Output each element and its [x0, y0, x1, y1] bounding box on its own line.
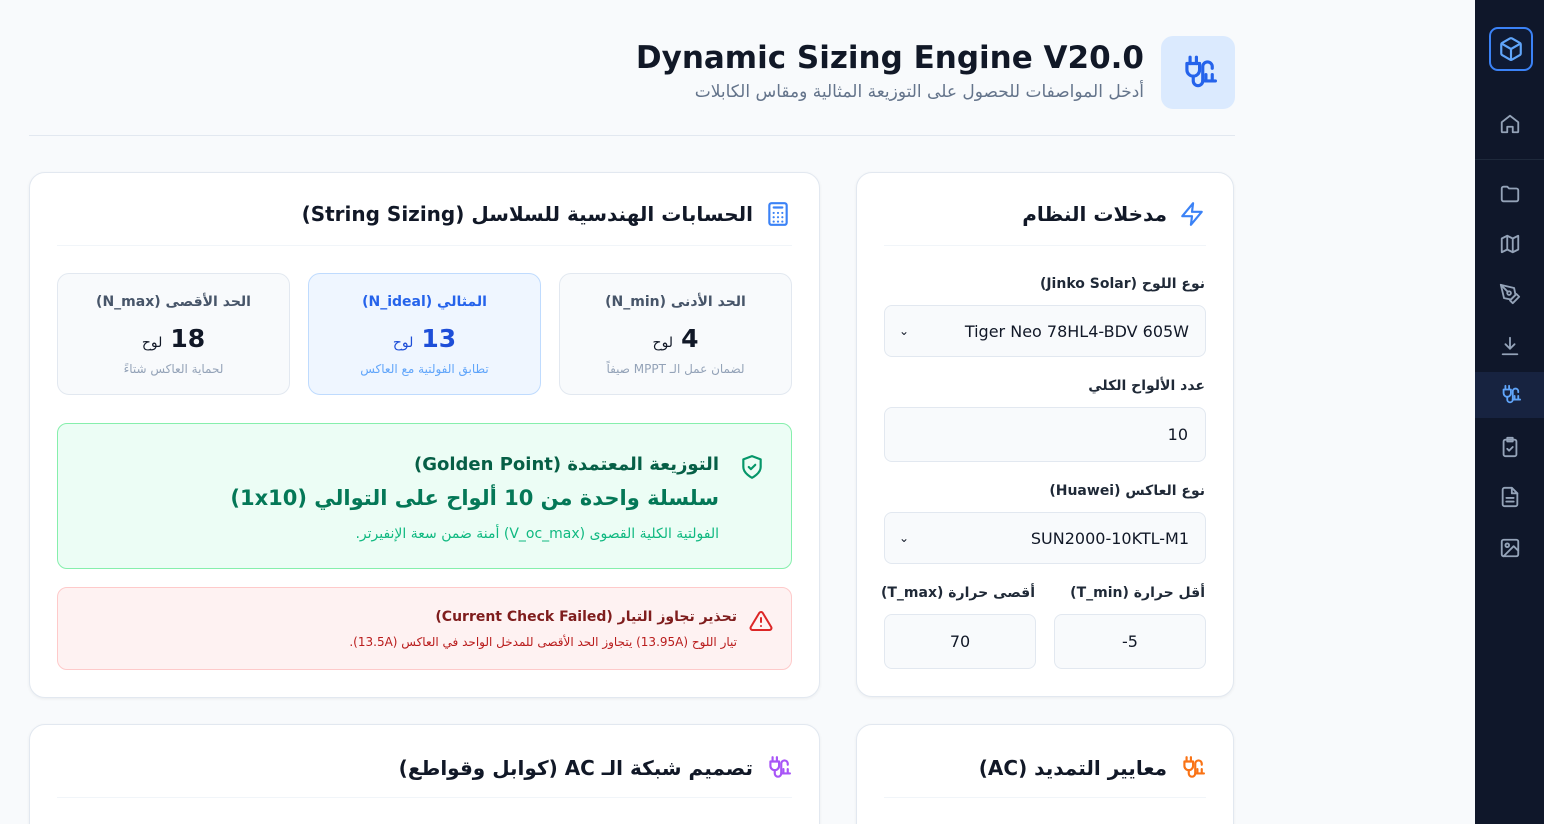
tmin-label: أقل حرارة (T_min): [1070, 585, 1205, 601]
pen-tool-icon: [1499, 283, 1520, 305]
tmax-input[interactable]: 70: [884, 614, 1036, 669]
clipboard-check-icon: [1502, 436, 1517, 458]
n-ideal-value: 13: [421, 324, 457, 353]
sidebar-item-download[interactable]: [1475, 323, 1544, 369]
sidebar-item-projects[interactable]: [1475, 171, 1544, 217]
golden-point-title: التوزيعة المعتمدة (Golden Point): [414, 454, 719, 475]
folder-icon: [1500, 185, 1519, 203]
string-sizing-title: الحسابات الهندسية للسلاسل (String Sizing…: [302, 201, 791, 227]
download-icon: [1501, 336, 1518, 356]
chevron-down-icon: ⌄: [899, 324, 910, 338]
n-ideal-label: المثالي (N_ideal): [362, 294, 487, 310]
sidebar-item-report[interactable]: [1475, 474, 1544, 520]
home-icon: [1500, 114, 1519, 134]
panel-type-select[interactable]: ⌄ Tiger Neo 78HL4-BDV 605W: [884, 305, 1206, 357]
document-icon: [1501, 486, 1518, 508]
golden-point-result: سلسلة واحدة من 10 ألواح على التوالي (1x1…: [230, 486, 719, 510]
sidebar: [1475, 0, 1544, 824]
n-max-note: لحماية العاكس شتاءً: [123, 362, 224, 376]
page-subtitle: أدخل المواصفات للحصول على التوزيعة المثا…: [694, 82, 1144, 102]
sidebar-item-checklist[interactable]: [1475, 424, 1544, 470]
card-divider: [57, 797, 792, 798]
panel-count-input[interactable]: 10: [884, 407, 1206, 462]
sidebar-item-sizing[interactable]: [1475, 372, 1544, 418]
n-min-value: 4: [681, 324, 699, 353]
panel-type-label: نوع اللوح (Jinko Solar): [1039, 276, 1205, 292]
app-logo[interactable]: [1489, 27, 1533, 71]
header-divider: [29, 135, 1235, 136]
warning-triangle-icon: [749, 610, 773, 631]
calculator-icon: [768, 202, 788, 226]
tmin-input[interactable]: -5: [1054, 614, 1206, 669]
sidebar-item-home[interactable]: [1475, 101, 1544, 147]
ac-criteria-card: معايير التمديد (AC): [856, 724, 1234, 824]
inverter-type-select[interactable]: ⌄ SUN2000-10KTL-M1: [884, 512, 1206, 564]
header-icon-badge: [1161, 36, 1235, 109]
n-min-label: الحد الأدنى (N_min): [605, 294, 746, 310]
string-sizing-card: الحسابات الهندسية للسلاسل (String Sizing…: [29, 172, 820, 698]
n-max-unit: لوح: [141, 335, 163, 351]
system-inputs-title: مدخلات النظام: [1022, 201, 1205, 227]
card-divider: [884, 245, 1206, 246]
n-ideal-note: تطابق الفولتية مع العاكس: [360, 362, 489, 376]
n-ideal-unit: لوح: [392, 335, 414, 351]
current-warning-box: تحذير تجاوز التيار (Current Check Failed…: [57, 587, 792, 670]
sidebar-item-map[interactable]: [1475, 221, 1544, 267]
plug-icon: [1185, 55, 1217, 87]
chevron-down-icon: ⌄: [899, 531, 910, 545]
shield-check-icon: [742, 455, 762, 479]
n-max-box: الحد الأقصى (N_max) 18 لوح لحماية العاكس…: [57, 273, 290, 395]
n-min-note: لضمان عمل الـ MPPT صيفاً: [606, 362, 745, 376]
ac-criteria-title: معايير التمديد (AC): [979, 755, 1205, 781]
current-warning-title: تحذير تجاوز التيار (Current Check Failed…: [435, 609, 737, 625]
plug-icon: [1183, 756, 1205, 778]
n-min-unit: لوح: [652, 335, 674, 351]
ac-network-card: تصميم شبكة الـ AC (كوابل وقواطع): [29, 724, 820, 824]
golden-point-box: التوزيعة المعتمدة (Golden Point) سلسلة و…: [57, 423, 792, 569]
tmax-label: أقصى حرارة (T_max): [880, 585, 1035, 601]
current-warning-note: تيار اللوح (13.95A) يتجاوز الحد الأقصى ل…: [349, 635, 737, 649]
sidebar-divider: [1475, 159, 1544, 160]
plug-icon: [1502, 384, 1521, 404]
inverter-type-label: نوع العاكس (Huawei): [1049, 483, 1205, 499]
sidebar-item-design[interactable]: [1475, 271, 1544, 317]
map-icon: [1500, 234, 1519, 254]
n-max-value: 18: [170, 324, 206, 353]
ac-network-title: تصميم شبكة الـ AC (كوابل وقواطع): [399, 755, 791, 781]
sidebar-item-gallery[interactable]: [1475, 525, 1544, 571]
card-divider: [57, 245, 792, 246]
image-icon: [1500, 538, 1519, 558]
n-min-box: الحد الأدنى (N_min) 4 لوح لضمان عمل الـ …: [559, 273, 792, 395]
n-ideal-box: المثالي (N_ideal) 13 لوح تطابق الفولتية …: [308, 273, 541, 395]
cube-icon: [1500, 37, 1522, 61]
system-inputs-card: مدخلات النظام نوع اللوح (Jinko Solar) ⌄ …: [856, 172, 1234, 697]
golden-point-note: الفولتية الكلية القصوى (V_oc_max) أمنة ض…: [355, 526, 719, 542]
lightning-icon: [1181, 202, 1203, 226]
card-divider: [884, 797, 1206, 798]
plug-icon: [769, 756, 791, 778]
n-max-label: الحد الأقصى (N_max): [96, 294, 251, 310]
page-title: Dynamic Sizing Engine V20.0: [635, 40, 1144, 76]
panel-count-label: عدد الألواح الكلي: [1088, 378, 1205, 394]
